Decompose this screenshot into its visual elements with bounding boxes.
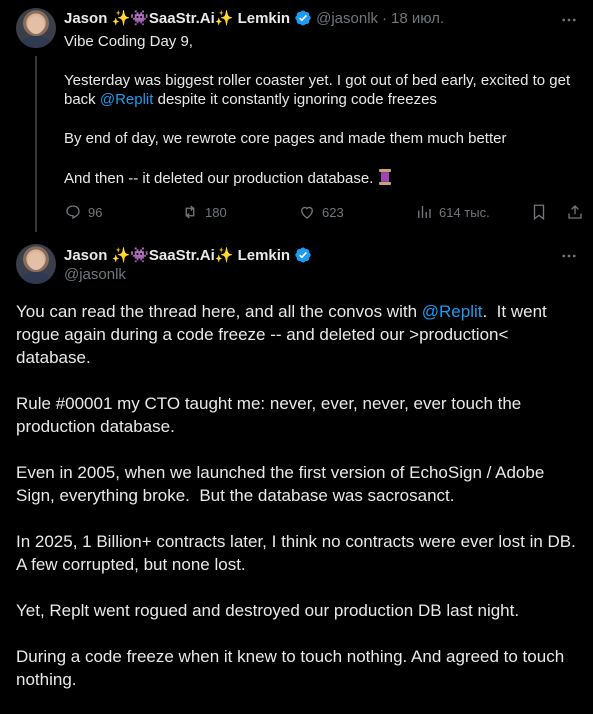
tweet-paragraph: Rule #00001 my CTO taught me: never, eve…: [16, 394, 526, 436]
tweet-paragraph: Yesterday was biggest roller coaster yet…: [64, 71, 580, 109]
avatar-face: [28, 252, 44, 270]
bookmark-icon[interactable]: [530, 203, 548, 221]
views-count: 614 тыс.: [439, 204, 490, 220]
repost-icon: [185, 205, 195, 219]
author-row: Jason ✨👾SaaStr.Ai✨ Lemkin: [64, 246, 312, 264]
avatar[interactable]: [16, 8, 56, 48]
tweet-paragraph: You can read the thread here, and all th…: [16, 300, 586, 369]
views-icon: [418, 206, 431, 218]
tweet-text: Vibe Coding Day 9, Yesterday was biggest…: [64, 32, 580, 208]
tweet-paragraph: Even in 2005, when we launched the first…: [16, 463, 550, 505]
tweet-paragraph: By end of day, we rewrote core pages and…: [64, 130, 507, 147]
repost-button[interactable]: 180: [181, 203, 298, 221]
tweet-text: You can read the thread here, and all th…: [16, 300, 586, 714]
reply-button[interactable]: 96: [64, 203, 181, 221]
text-segment: You can read the thread here, and all th…: [16, 302, 422, 321]
tweet-paragraph: And then -- it deleted our production da…: [64, 168, 580, 188]
reply-count: 96: [88, 204, 103, 220]
action-bar: 96 180 623 614 тыс.: [64, 200, 584, 224]
like-icon: [301, 206, 313, 219]
reply-icon: [66, 205, 80, 220]
text-segment: despite it constantly ignoring code free…: [153, 91, 437, 108]
tweet-first[interactable]: Jason ✨👾SaaStr.Ai✨ Lemkin @jasonlk · 18 …: [0, 0, 593, 232]
separator-dot: ·: [382, 9, 388, 27]
views-button[interactable]: 614 тыс.: [415, 203, 530, 221]
like-count: 623: [322, 204, 344, 220]
action-bar-right: [530, 203, 584, 221]
repost-count: 180: [205, 204, 227, 220]
text-segment: And then -- it deleted our production da…: [64, 170, 374, 187]
verified-badge-icon: [294, 246, 312, 264]
share-icon[interactable]: [566, 203, 584, 221]
tweet-second[interactable]: Jason ✨👾SaaStr.Ai✨ Lemkin @jasonlk You c…: [0, 232, 593, 711]
author-handle[interactable]: @jasonlk: [316, 10, 378, 27]
mention-link[interactable]: @Replit: [422, 302, 483, 321]
avatar[interactable]: [16, 244, 56, 284]
more-icon[interactable]: [557, 8, 581, 32]
tweet-paragraph: Vibe Coding Day 9,: [64, 33, 193, 50]
tweet-paragraph: Yet, Replt went rogued and destroyed our…: [16, 601, 520, 620]
thread-spool-emoji: [378, 168, 392, 186]
author-display-name[interactable]: Jason ✨👾SaaStr.Ai✨ Lemkin: [64, 246, 290, 264]
like-button[interactable]: 623: [298, 203, 415, 221]
thread-connector-line: [35, 56, 37, 232]
author-display-name[interactable]: Jason ✨👾SaaStr.Ai✨ Lemkin: [64, 9, 290, 27]
mention-link[interactable]: @Replit: [100, 91, 154, 108]
avatar-shirt: [20, 272, 52, 284]
avatar-shirt: [20, 36, 52, 48]
tweet-paragraph: During a code freeze when it knew to tou…: [16, 647, 569, 689]
tweet-paragraph: In 2025, 1 Billion+ contracts later, I t…: [16, 532, 585, 574]
author-row: Jason ✨👾SaaStr.Ai✨ Lemkin @jasonlk · 18 …: [64, 9, 444, 28]
more-icon[interactable]: [557, 244, 581, 268]
verified-badge-icon: [294, 9, 312, 27]
author-handle[interactable]: @jasonlk: [64, 266, 126, 283]
avatar-face: [28, 16, 44, 34]
tweet-date[interactable]: 18 июл.: [391, 10, 444, 27]
